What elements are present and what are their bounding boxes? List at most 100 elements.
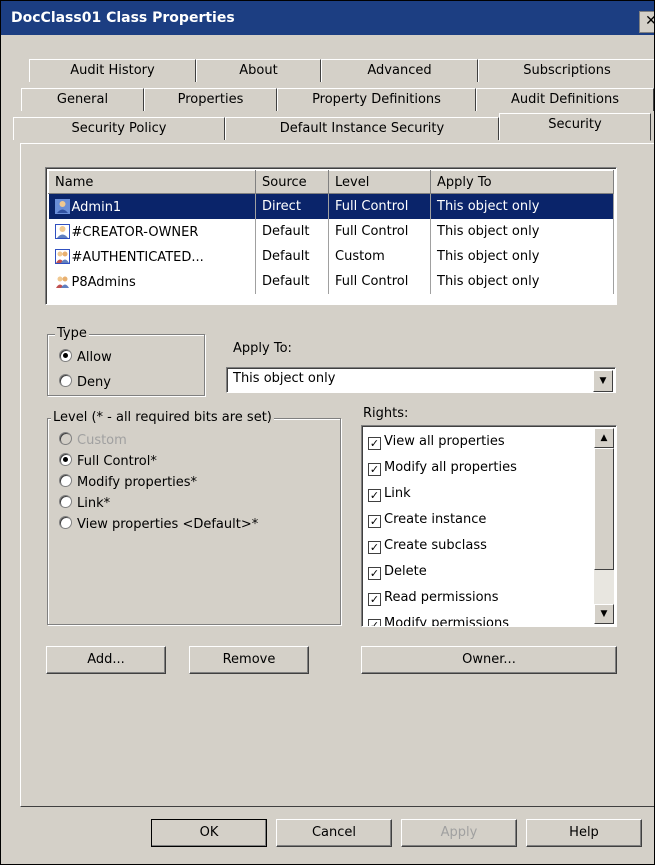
type-deny-radio[interactable]: Deny (59, 374, 111, 390)
type-allow-label: Allow (77, 350, 112, 365)
radio-indicator (59, 474, 72, 487)
tab-properties[interactable]: Properties (144, 88, 277, 111)
tab-about[interactable]: About (196, 59, 321, 82)
permission-name-cell: #CREATOR-OWNER (48, 219, 256, 244)
permission-apply-to: This object only (430, 193, 614, 219)
close-button[interactable]: ✕ (639, 11, 654, 33)
permission-row[interactable]: #CREATOR-OWNER Default Full Control This… (48, 219, 614, 244)
type-allow-radio[interactable]: Allow (59, 349, 112, 365)
apply-to-select[interactable]: This object only ▼ (226, 367, 616, 393)
apply-to-label: Apply To: (233, 341, 292, 356)
apply-button[interactable]: Apply (401, 819, 517, 847)
title-bar[interactable]: DocClass01 Class Properties ✕ (1, 1, 654, 35)
remove-button[interactable]: Remove (189, 646, 309, 674)
level-modify-properties-radio[interactable]: Modify properties* (59, 474, 197, 490)
column-header-name[interactable]: Name (48, 170, 256, 194)
chevron-down-icon[interactable]: ▼ (593, 370, 613, 392)
owner-button[interactable]: Owner... (361, 646, 617, 674)
checkbox-checked[interactable]: ✓ (368, 463, 381, 476)
tab-audit-definitions[interactable]: Audit Definitions (476, 88, 654, 111)
right-label: Modify all properties (384, 460, 517, 475)
tab-security[interactable]: Security (499, 113, 651, 141)
ok-button[interactable]: OK (151, 819, 267, 847)
type-deny-label: Deny (77, 375, 111, 390)
properties-dialog: DocClass01 Class Properties ✕ Audit Hist… (0, 0, 655, 865)
permission-apply-to: This object only (430, 269, 614, 294)
scrollbar-thumb[interactable] (594, 448, 614, 570)
right-item[interactable]: ✓ Create instance (368, 512, 486, 528)
level-option-label: Custom (77, 433, 127, 448)
level-option-label: Full Control* (77, 454, 157, 469)
radio-indicator (59, 516, 72, 529)
right-item[interactable]: ✓ Read permissions (368, 590, 499, 606)
level-link-radio[interactable]: Link* (59, 495, 110, 511)
tab-security-policy[interactable]: Security Policy (13, 117, 225, 140)
level-view-properties-radio[interactable]: View properties <Default>* (59, 516, 258, 532)
group-icon (54, 248, 70, 264)
permission-level: Full Control (328, 269, 431, 294)
permission-row[interactable]: Admin1 Direct Full Control This object o… (48, 193, 614, 219)
checkbox-checked[interactable]: ✓ (368, 489, 381, 502)
scroll-down-icon[interactable]: ▼ (594, 604, 614, 624)
level-option-label: Modify properties* (77, 475, 198, 490)
permission-name: #CREATOR-OWNER (71, 224, 199, 240)
checkbox-checked[interactable]: ✓ (368, 567, 381, 580)
user-icon (54, 198, 70, 214)
permission-level: Custom (328, 244, 431, 269)
help-button[interactable]: Help (526, 819, 642, 847)
permission-source: Default (255, 269, 329, 294)
checkbox-checked[interactable]: ✓ (368, 515, 381, 528)
column-header-source[interactable]: Source (255, 170, 329, 194)
tab-default-instance-security[interactable]: Default Instance Security (225, 117, 499, 140)
right-item[interactable]: ✓ Modify all properties (368, 460, 517, 476)
right-item[interactable]: ✓ Link (368, 486, 411, 502)
checkbox-checked[interactable]: ✓ (368, 619, 381, 626)
cancel-button[interactable]: Cancel (276, 819, 392, 847)
permission-name-cell: #AUTHENTICATED... (48, 244, 256, 269)
radio-indicator (59, 432, 72, 445)
permission-row[interactable]: P8Admins Default Full Control This objec… (48, 269, 614, 294)
permission-name-cell: Admin1 (48, 193, 256, 219)
level-option-label: Link* (77, 496, 111, 511)
right-label: Create subclass (384, 538, 487, 553)
level-custom-radio[interactable]: Custom (59, 432, 127, 448)
permissions-header: Name Source Level Apply To (48, 170, 614, 194)
checkbox-checked[interactable]: ✓ (368, 541, 381, 554)
permission-row[interactable]: #AUTHENTICATED... Default Custom This ob… (48, 244, 614, 269)
checkbox-checked[interactable]: ✓ (368, 593, 381, 606)
checkbox-checked[interactable]: ✓ (368, 437, 381, 450)
right-label: View all properties (384, 434, 505, 449)
right-item[interactable]: ✓ View all properties (368, 434, 505, 450)
tab-subscriptions[interactable]: Subscriptions (478, 59, 654, 82)
permission-name-cell: P8Admins (48, 269, 256, 294)
permission-source: Default (255, 244, 329, 269)
right-label: Delete (384, 564, 427, 579)
window-title: DocClass01 Class Properties (11, 10, 235, 26)
level-group-label: Level (* - all required bits are set) (51, 410, 274, 425)
radio-indicator (59, 495, 72, 508)
permission-level: Full Control (328, 193, 431, 219)
column-header-apply-to[interactable]: Apply To (430, 170, 614, 194)
right-item[interactable]: ✓ Modify permissions (368, 616, 509, 627)
apply-to-value: This object only (233, 371, 336, 386)
rights-list[interactable]: ✓ View all properties ✓ Modify all propert… (361, 425, 617, 627)
tab-audit-history[interactable]: Audit History (29, 59, 196, 82)
radio-indicator (59, 374, 72, 387)
level-full-control-radio[interactable]: Full Control* (59, 453, 157, 469)
permission-apply-to: This object only (430, 244, 614, 269)
column-header-level[interactable]: Level (328, 170, 431, 194)
add-button[interactable]: Add... (46, 646, 166, 674)
permission-name: Admin1 (71, 199, 122, 215)
tab-general[interactable]: General (21, 88, 144, 111)
tab-property-definitions[interactable]: Property Definitions (277, 88, 476, 111)
radio-indicator (59, 349, 72, 362)
permissions-list[interactable]: Name Source Level Apply To Admin1 Direct… (45, 167, 617, 305)
rights-scrollbar[interactable]: ▲ ▼ (594, 428, 614, 624)
radio-indicator (59, 453, 72, 466)
permission-name: #AUTHENTICATED... (71, 249, 204, 265)
right-item[interactable]: ✓ Create subclass (368, 538, 487, 554)
scroll-up-icon[interactable]: ▲ (594, 428, 614, 448)
right-item[interactable]: ✓ Delete (368, 564, 427, 580)
right-label: Modify permissions (384, 616, 509, 627)
tab-advanced[interactable]: Advanced (321, 59, 478, 82)
